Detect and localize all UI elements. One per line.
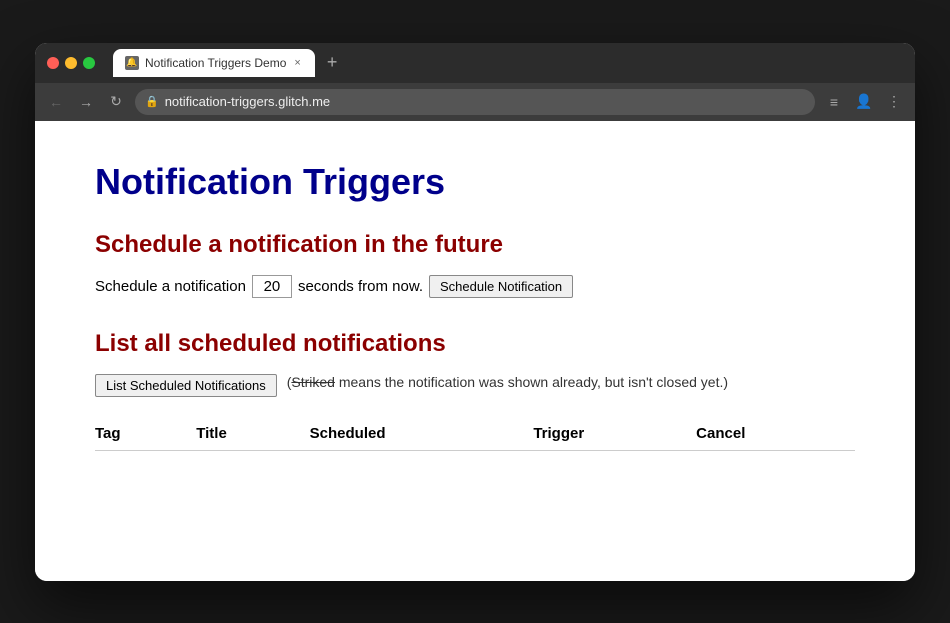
- maximize-button[interactable]: [83, 57, 95, 69]
- back-button[interactable]: ←: [45, 94, 67, 110]
- table-header-row: Tag Title Scheduled Trigger Cancel: [95, 417, 855, 451]
- lock-icon: 🔒: [145, 95, 159, 108]
- page-title: Notification Triggers: [95, 161, 855, 203]
- minimize-button[interactable]: [65, 57, 77, 69]
- browser-window: 🔔 Notification Triggers Demo × + ← → ↻ 🔒…: [35, 43, 915, 581]
- new-tab-button[interactable]: +: [321, 52, 344, 73]
- tab-title-label: Notification Triggers Demo: [145, 56, 286, 70]
- col-tag: Tag: [95, 417, 196, 451]
- schedule-label-before: Schedule a notification: [95, 278, 246, 295]
- profile-icon[interactable]: 👤: [853, 93, 875, 110]
- url-bar[interactable]: 🔒 notification-triggers.glitch.me: [135, 89, 815, 115]
- title-bar: 🔔 Notification Triggers Demo × +: [35, 43, 915, 83]
- strikethrough-note: (Striked means the notification was show…: [287, 374, 728, 390]
- col-title: Title: [196, 417, 309, 451]
- list-row: List Scheduled Notifications (Striked me…: [95, 374, 855, 397]
- col-cancel: Cancel: [696, 417, 855, 451]
- col-scheduled: Scheduled: [310, 417, 534, 451]
- extensions-icon[interactable]: ≡: [823, 94, 845, 110]
- schedule-notification-button[interactable]: Schedule Notification: [429, 275, 573, 298]
- more-menu-icon[interactable]: ⋮: [883, 93, 905, 110]
- section1-heading: Schedule a notification in the future: [95, 231, 855, 259]
- notifications-table: Tag Title Scheduled Trigger Cancel: [95, 417, 855, 451]
- traffic-lights: [47, 57, 95, 69]
- forward-button[interactable]: →: [75, 94, 97, 110]
- seconds-input[interactable]: [252, 275, 292, 298]
- list-scheduled-notifications-button[interactable]: List Scheduled Notifications: [95, 374, 277, 397]
- tab-favicon-icon: 🔔: [125, 56, 139, 70]
- url-text: notification-triggers.glitch.me: [165, 94, 330, 109]
- striked-text: Striked: [291, 374, 335, 390]
- address-bar: ← → ↻ 🔒 notification-triggers.glitch.me …: [35, 83, 915, 121]
- table-header: Tag Title Scheduled Trigger Cancel: [95, 417, 855, 451]
- page-content: Notification Triggers Schedule a notific…: [35, 121, 915, 581]
- col-trigger: Trigger: [533, 417, 696, 451]
- schedule-label-after: seconds from now.: [298, 278, 423, 295]
- schedule-row: Schedule a notification seconds from now…: [95, 275, 855, 298]
- tab-bar: 🔔 Notification Triggers Demo × +: [113, 49, 903, 77]
- close-button[interactable]: [47, 57, 59, 69]
- toolbar-icons: ≡ 👤 ⋮: [823, 93, 905, 110]
- active-tab[interactable]: 🔔 Notification Triggers Demo ×: [113, 49, 315, 77]
- reload-button[interactable]: ↻: [105, 93, 127, 110]
- section2-heading: List all scheduled notifications: [95, 330, 855, 358]
- tab-close-icon[interactable]: ×: [292, 55, 302, 71]
